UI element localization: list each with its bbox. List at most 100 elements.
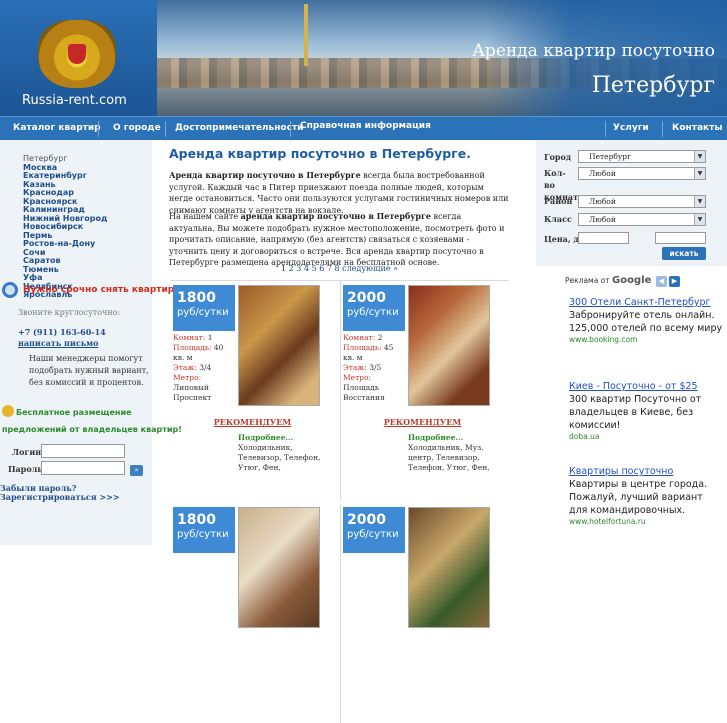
district-select[interactable]: Любой ▼	[578, 195, 706, 208]
register-link[interactable]: Зарегистрироваться >>>	[0, 492, 120, 502]
free-placement-title[interactable]: Бесплатное размещение	[16, 408, 132, 417]
listing-card[interactable]: 2000 руб/сутки Комнат: 2 Площадь: 45 кв.…	[340, 281, 505, 501]
metro-label: Метро:	[173, 373, 202, 382]
apartment-photo[interactable]	[408, 285, 490, 406]
price-from-input[interactable]	[578, 232, 629, 244]
price-badge: 2000 руб/сутки	[343, 507, 405, 553]
nav-contacts[interactable]: Контакты	[672, 123, 723, 133]
area-label: Площадь:	[343, 343, 382, 352]
rooms-value: 2	[377, 333, 383, 342]
price-badge: 2000 руб/сутки	[343, 285, 405, 331]
district-select-value: Любой	[589, 197, 616, 206]
city-label: Город	[544, 152, 572, 162]
main-nav: Каталог квартир О городе Достопримечател…	[0, 116, 727, 140]
ad-url[interactable]: www.hotelfortuna.ru	[569, 517, 723, 527]
ad-url[interactable]: doba.ua	[569, 432, 723, 442]
apartment-photo[interactable]	[408, 507, 490, 628]
metro-value: Площадь Восстания	[343, 383, 385, 402]
rooms-value: 1	[207, 333, 213, 342]
class-select[interactable]: Любой ▼	[578, 213, 706, 226]
ads-header: Реклама от Google	[565, 275, 651, 286]
listing-card[interactable]: 2000 руб/сутки	[340, 503, 505, 723]
intro-bold: Аренда квартир посуточно в Петербурге	[169, 170, 361, 180]
ad-text: Забронируйте отель онлайн. 125,000 отеле…	[569, 310, 723, 334]
city-select-value: Петербург	[589, 152, 632, 161]
ads-brand: Google	[612, 275, 652, 286]
rooms-label: Комнат:	[343, 333, 376, 342]
search-button[interactable]: искать	[662, 247, 706, 260]
features-text: Холодильник, Телевизор, Телефон, Утюг, Ф…	[238, 443, 321, 472]
coat-of-arms-icon	[38, 20, 116, 88]
write-email-link[interactable]: написать письмо	[18, 338, 98, 348]
listing-info: Комнат: 2 Площадь: 45 кв. м Этаж: 3/5 Ме…	[343, 333, 407, 403]
price-badge: 1800 руб/сутки	[173, 507, 235, 553]
city-list: Петербург Москва Екатеринбург Казань Кра…	[23, 154, 107, 300]
ads-label: Реклама от	[565, 276, 610, 285]
apartment-photo[interactable]	[238, 285, 320, 406]
page-title: Аренда квартир посуточно в Петербурге.	[169, 146, 471, 161]
header-banner-photo: Аренда квартир посуточно Петербург	[157, 0, 727, 116]
price-unit: руб/сутки	[177, 307, 229, 318]
ad-title[interactable]: Квартиры посуточно	[569, 465, 723, 478]
ad-item[interactable]: 300 Отели Санкт-Петербург Забронируйте о…	[569, 296, 723, 345]
city-select[interactable]: Петербург ▼	[578, 150, 706, 163]
nav-about-city[interactable]: О городе	[113, 123, 161, 133]
price-badge: 1800 руб/сутки	[173, 285, 235, 331]
price-unit: руб/сутки	[347, 307, 399, 318]
chevron-down-icon: ▼	[694, 196, 705, 207]
ad-text: Квартиры в центре города. Пожалуй, лучши…	[569, 479, 708, 516]
metro-label: Метро:	[343, 373, 372, 382]
floor-label: Этаж:	[343, 363, 367, 372]
ads-next-button[interactable]: ▶	[669, 276, 680, 287]
page-current: 1	[281, 264, 287, 273]
price-value: 2000	[347, 290, 386, 306]
listing-card[interactable]: 1800 руб/сутки	[170, 503, 335, 723]
urgent-rent-link[interactable]: Нужно срочно снять квартиру?	[23, 285, 185, 295]
free-placement-subtitle[interactable]: предложений от владельцев квартир!	[2, 425, 182, 434]
ad-text: 300 квартир Посуточно от владельцев в Ки…	[569, 394, 702, 431]
rooms-select-value: Любой	[589, 169, 616, 178]
more-link[interactable]: Подробнее...	[238, 433, 293, 442]
metro-value: Липовый Проспект	[173, 383, 212, 402]
rooms-label: Комнат:	[173, 333, 206, 342]
apartment-photo[interactable]	[238, 507, 320, 628]
login-input[interactable]	[41, 444, 125, 458]
ad-title[interactable]: Киев - Посуточно - от $25	[569, 380, 723, 393]
password-input[interactable]	[41, 461, 125, 475]
features-text: Холодильник, Муз. центр, Телевизор, Теле…	[408, 443, 490, 472]
nav-sights[interactable]: Достопримечательности	[175, 123, 303, 133]
ad-title[interactable]: 300 Отели Санкт-Петербург	[569, 296, 723, 309]
login-button[interactable]: »	[130, 465, 143, 476]
price-value: 1800	[177, 290, 216, 306]
listing-info: Комнат: 1 Площадь: 40 кв. м Этаж: 3/4 Ме…	[173, 333, 237, 403]
page-links[interactable]: 2 3 4 5 6 7 8	[289, 264, 340, 273]
intro-paragraph: Аренда квартир посуточно в Петербурге вс…	[169, 170, 509, 216]
price-to-input[interactable]	[655, 232, 706, 244]
pagination: 1 2 3 4 5 6 7 8 следующие »	[170, 264, 509, 273]
page-next[interactable]: следующие »	[342, 264, 398, 273]
banner-city: Петербург	[591, 73, 715, 98]
class-select-value: Любой	[589, 215, 616, 224]
recommend-link[interactable]: РЕКОМЕНДУЕМ	[170, 417, 335, 427]
ad-item[interactable]: Квартиры посуточно Квартиры в центре гор…	[569, 465, 723, 527]
floor-value: 3/4	[199, 363, 212, 372]
price-unit: руб/сутки	[177, 529, 229, 540]
listing-card[interactable]: 1800 руб/сутки Комнат: 1 Площадь: 40 кв.…	[170, 281, 335, 501]
nav-services[interactable]: Услуги	[613, 123, 649, 133]
ads-prev-button[interactable]: ◀	[656, 276, 667, 287]
nav-reference[interactable]: Справочная информация	[300, 121, 431, 131]
nav-catalog[interactable]: Каталог квартир	[13, 123, 101, 133]
rooms-select[interactable]: Любой ▼	[578, 167, 706, 180]
price-value: 2000	[347, 512, 386, 528]
site-header: Russia-rent.com Аренда квартир посуточно…	[0, 0, 727, 116]
ad-url[interactable]: www.booking.com	[569, 335, 723, 345]
info-start: На нашем сайте	[169, 212, 241, 221]
chevron-down-icon: ▼	[694, 168, 705, 179]
area-label: Площадь:	[173, 343, 212, 352]
ad-item[interactable]: Киев - Посуточно - от $25 300 квартир По…	[569, 380, 723, 442]
logo-text: Russia-rent.com	[22, 93, 127, 108]
site-logo[interactable]: Russia-rent.com	[0, 0, 157, 116]
chevron-down-icon: ▼	[694, 151, 705, 162]
more-link[interactable]: Подробнее...	[408, 433, 463, 442]
recommend-link[interactable]: РЕКОМЕНДУЕМ	[340, 417, 505, 427]
